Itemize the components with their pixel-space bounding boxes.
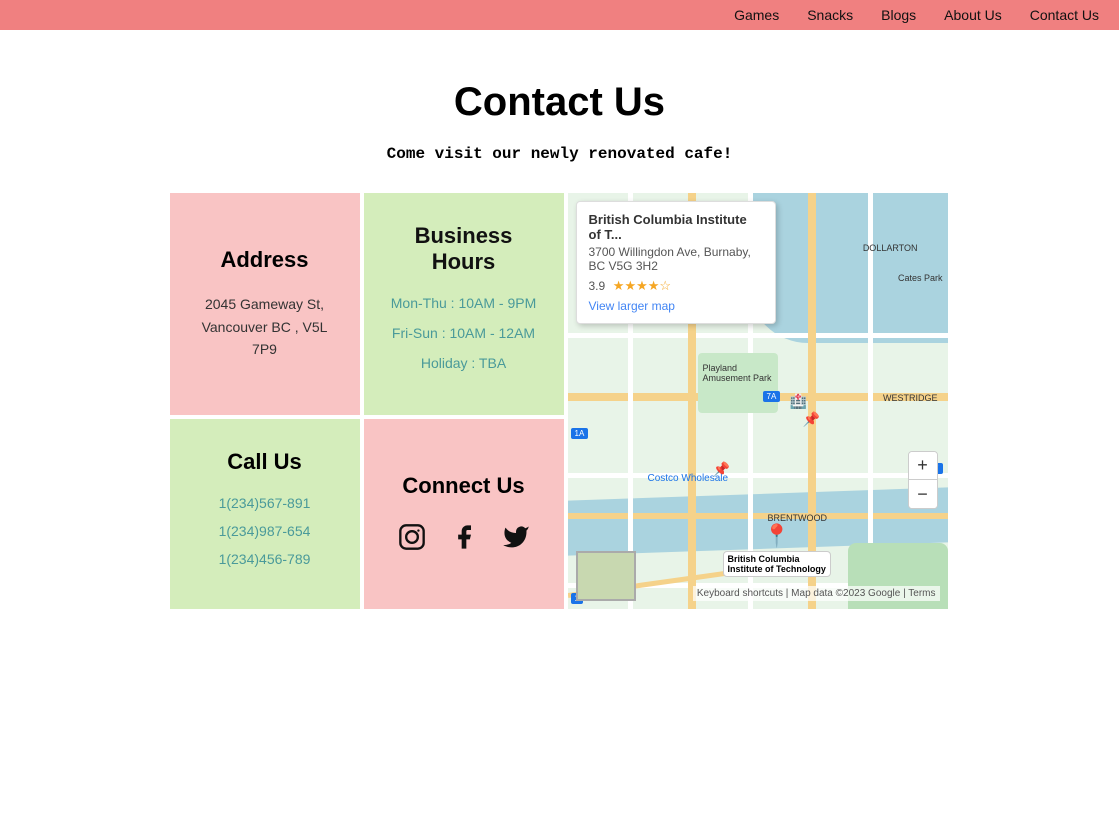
water-area bbox=[748, 193, 948, 343]
connect-heading: Connect Us bbox=[402, 473, 524, 499]
facebook-icon[interactable] bbox=[446, 519, 482, 555]
hours-heading: BusinessHours bbox=[415, 223, 513, 275]
call-card: Call Us 1(234)567-891 1(234)987-654 1(23… bbox=[170, 419, 360, 609]
address-line2: Vancouver BC , V5L 7P9 bbox=[190, 316, 340, 361]
map-thumbnail bbox=[576, 551, 636, 601]
bcit-label: British ColumbiaInstitute of Technology bbox=[723, 551, 831, 577]
hours-fri-sun: Fri-Sun : 10AM - 12AM bbox=[392, 325, 535, 341]
instagram-icon[interactable] bbox=[394, 519, 430, 555]
road-h2 bbox=[568, 513, 948, 519]
hours-card: BusinessHours Mon-Thu : 10AM - 9PM Fri-S… bbox=[364, 193, 564, 415]
map-place-name: British Columbia Institute of T... bbox=[589, 212, 763, 242]
nav-games[interactable]: Games bbox=[734, 7, 779, 23]
contact-grid: Address 2045 Gameway St, Vancouver BC , … bbox=[170, 193, 950, 609]
badge-7a: 7A bbox=[763, 391, 781, 402]
phone1: 1(234)567-891 bbox=[219, 495, 311, 511]
twitter-icon[interactable] bbox=[498, 519, 534, 555]
road-h5 bbox=[568, 473, 948, 478]
map-attribution: Keyboard shortcuts | Map data ©2023 Goog… bbox=[693, 586, 940, 601]
hours-mon-thu: Mon-Thu : 10AM - 9PM bbox=[391, 295, 537, 311]
zoom-controls: + − bbox=[908, 451, 938, 509]
zoom-out-button[interactable]: − bbox=[909, 480, 937, 508]
label-playland: PlaylandAmusement Park bbox=[703, 363, 772, 383]
address-line1: 2045 Gameway St, bbox=[205, 293, 324, 315]
navbar: Games Snacks Blogs About Us Contact Us bbox=[0, 0, 1119, 30]
map-wrapper: PlaylandAmusement Park Costco Wholesale … bbox=[568, 193, 948, 609]
nav-contact[interactable]: Contact Us bbox=[1030, 7, 1099, 23]
nav-snacks[interactable]: Snacks bbox=[807, 7, 853, 23]
hours-holiday: Holiday : TBA bbox=[421, 355, 506, 371]
nav-about[interactable]: About Us bbox=[944, 7, 1002, 23]
call-heading: Call Us bbox=[227, 449, 302, 475]
label-cates: Cates Park bbox=[898, 273, 943, 283]
pin-costco-icon: 📌 bbox=[803, 411, 820, 428]
address-card: Address 2045 Gameway St, Vancouver BC , … bbox=[170, 193, 360, 415]
map-pin-icon: 📍 bbox=[723, 523, 831, 549]
badge-1a: 1A bbox=[571, 428, 589, 439]
page-subtitle: Come visit our newly renovated cafe! bbox=[0, 145, 1119, 163]
view-larger-link[interactable]: View larger map bbox=[589, 299, 763, 313]
park2 bbox=[698, 353, 778, 413]
map-info-box: British Columbia Institute of T... 3700 … bbox=[576, 201, 776, 324]
map-stars: 3.9 ★★★★☆ bbox=[589, 278, 763, 294]
label-westridge: WESTRIDGE bbox=[883, 393, 938, 403]
pin-costco2-icon: 📌 bbox=[713, 461, 730, 478]
label-brentwood: BRENTWOOD bbox=[768, 513, 828, 523]
map-address: 3700 Willingdon Ave, Burnaby, BC V5G 3H2 bbox=[589, 245, 763, 273]
nav-blogs[interactable]: Blogs bbox=[881, 7, 916, 23]
phone2: 1(234)987-654 bbox=[219, 523, 311, 539]
page-title: Contact Us bbox=[0, 80, 1119, 125]
label-dollarton: DOLLARTON bbox=[863, 243, 918, 253]
pin-health-icon: 🏥 bbox=[790, 393, 807, 410]
connect-card: Connect Us bbox=[364, 419, 564, 609]
phone3: 1(234)456-789 bbox=[219, 551, 311, 567]
map-card: PlaylandAmusement Park Costco Wholesale … bbox=[568, 193, 948, 609]
address-heading: Address bbox=[220, 247, 308, 273]
road-h4 bbox=[568, 333, 948, 338]
zoom-in-button[interactable]: + bbox=[909, 452, 937, 480]
bcit-location: 📍 British ColumbiaInstitute of Technolog… bbox=[723, 523, 831, 577]
social-icons bbox=[394, 519, 534, 555]
